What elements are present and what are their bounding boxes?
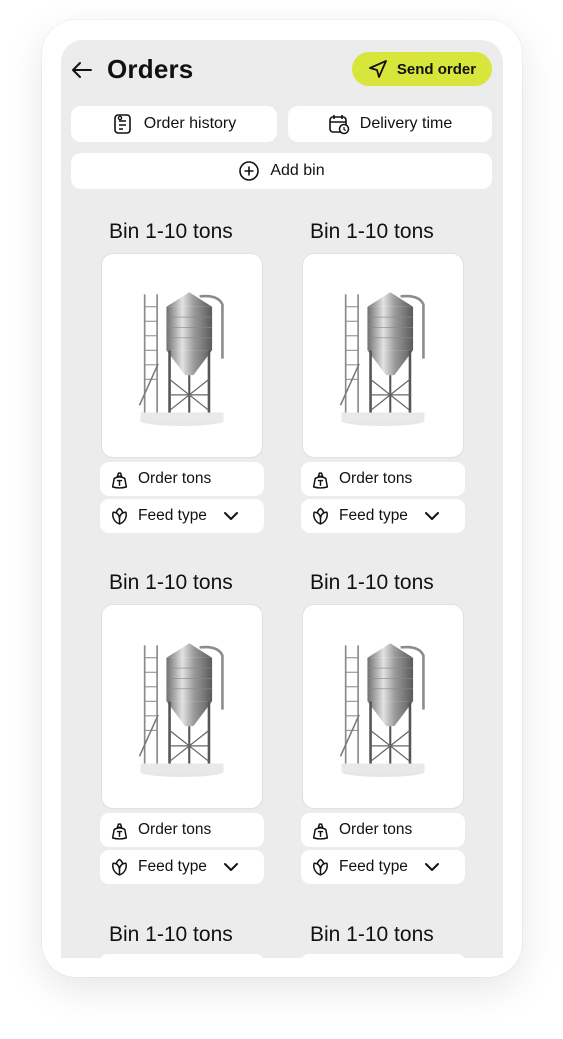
silo-image [339,290,426,426]
send-order-button[interactable]: Send order [352,52,492,86]
weight-icon [312,822,329,840]
silo-image [339,641,426,777]
chevron-down-icon [424,863,439,871]
bin-title: Bin 1-10 tons [310,923,434,946]
feed-type-dropdown[interactable]: Feed type [100,850,264,884]
weight-icon [111,822,128,840]
bin-image-card[interactable] [302,253,464,458]
bin-title: Bin 1-10 tons [109,571,233,594]
history-document-icon [113,114,131,134]
bin-image-card[interactable] [302,954,464,958]
feed-type-label: Feed type [138,858,207,875]
silo-image [138,641,225,777]
delivery-time-button[interactable]: Delivery time [288,106,492,142]
send-order-label: Send order [396,60,477,78]
page-title: Orders [107,54,194,84]
leaf-icon [313,858,328,876]
order-tons-button[interactable]: Order tons [100,813,264,847]
order-history-label: Order history [143,115,237,132]
calendar-clock-icon [328,115,350,135]
bin-image-card[interactable] [101,604,263,809]
add-bin-label: Add bin [270,162,325,179]
leaf-icon [112,858,127,876]
weight-icon [111,471,128,489]
feed-type-label: Feed type [339,858,408,875]
order-tons-label: Order tons [138,470,212,487]
bin-image-card[interactable] [101,954,263,958]
feed-type-label: Feed type [138,507,207,524]
silo-image [138,290,225,426]
order-tons-button[interactable]: Order tons [301,813,465,847]
bin-title: Bin 1-10 tons [310,571,434,594]
chevron-down-icon [424,512,439,520]
bin-title: Bin 1-10 tons [109,220,233,243]
chevron-down-icon [223,863,238,871]
weight-icon [312,471,329,489]
order-tons-label: Order tons [138,821,212,838]
send-icon [369,60,387,78]
delivery-time-label: Delivery time [359,115,453,132]
feed-type-label: Feed type [339,507,408,524]
feed-type-dropdown[interactable]: Feed type [301,850,465,884]
order-tons-label: Order tons [339,470,413,487]
bin-title: Bin 1-10 tons [310,220,434,243]
order-tons-button[interactable]: Order tons [301,462,465,496]
add-bin-button[interactable]: Add bin [71,153,492,189]
feed-type-dropdown[interactable]: Feed type [301,499,465,533]
bin-image-card[interactable] [101,253,263,458]
order-history-button[interactable]: Order history [71,106,277,142]
feed-type-dropdown[interactable]: Feed type [100,499,264,533]
leaf-icon [112,507,127,525]
bin-image-card[interactable] [302,604,464,809]
leaf-icon [313,507,328,525]
order-tons-button[interactable]: Order tons [100,462,264,496]
order-tons-label: Order tons [339,821,413,838]
back-arrow-icon[interactable] [69,57,95,83]
plus-circle-icon [239,161,260,181]
chevron-down-icon [223,512,238,520]
bin-title: Bin 1-10 tons [109,923,233,946]
orders-screen: Orders Send order Order history Delivery… [61,40,503,958]
